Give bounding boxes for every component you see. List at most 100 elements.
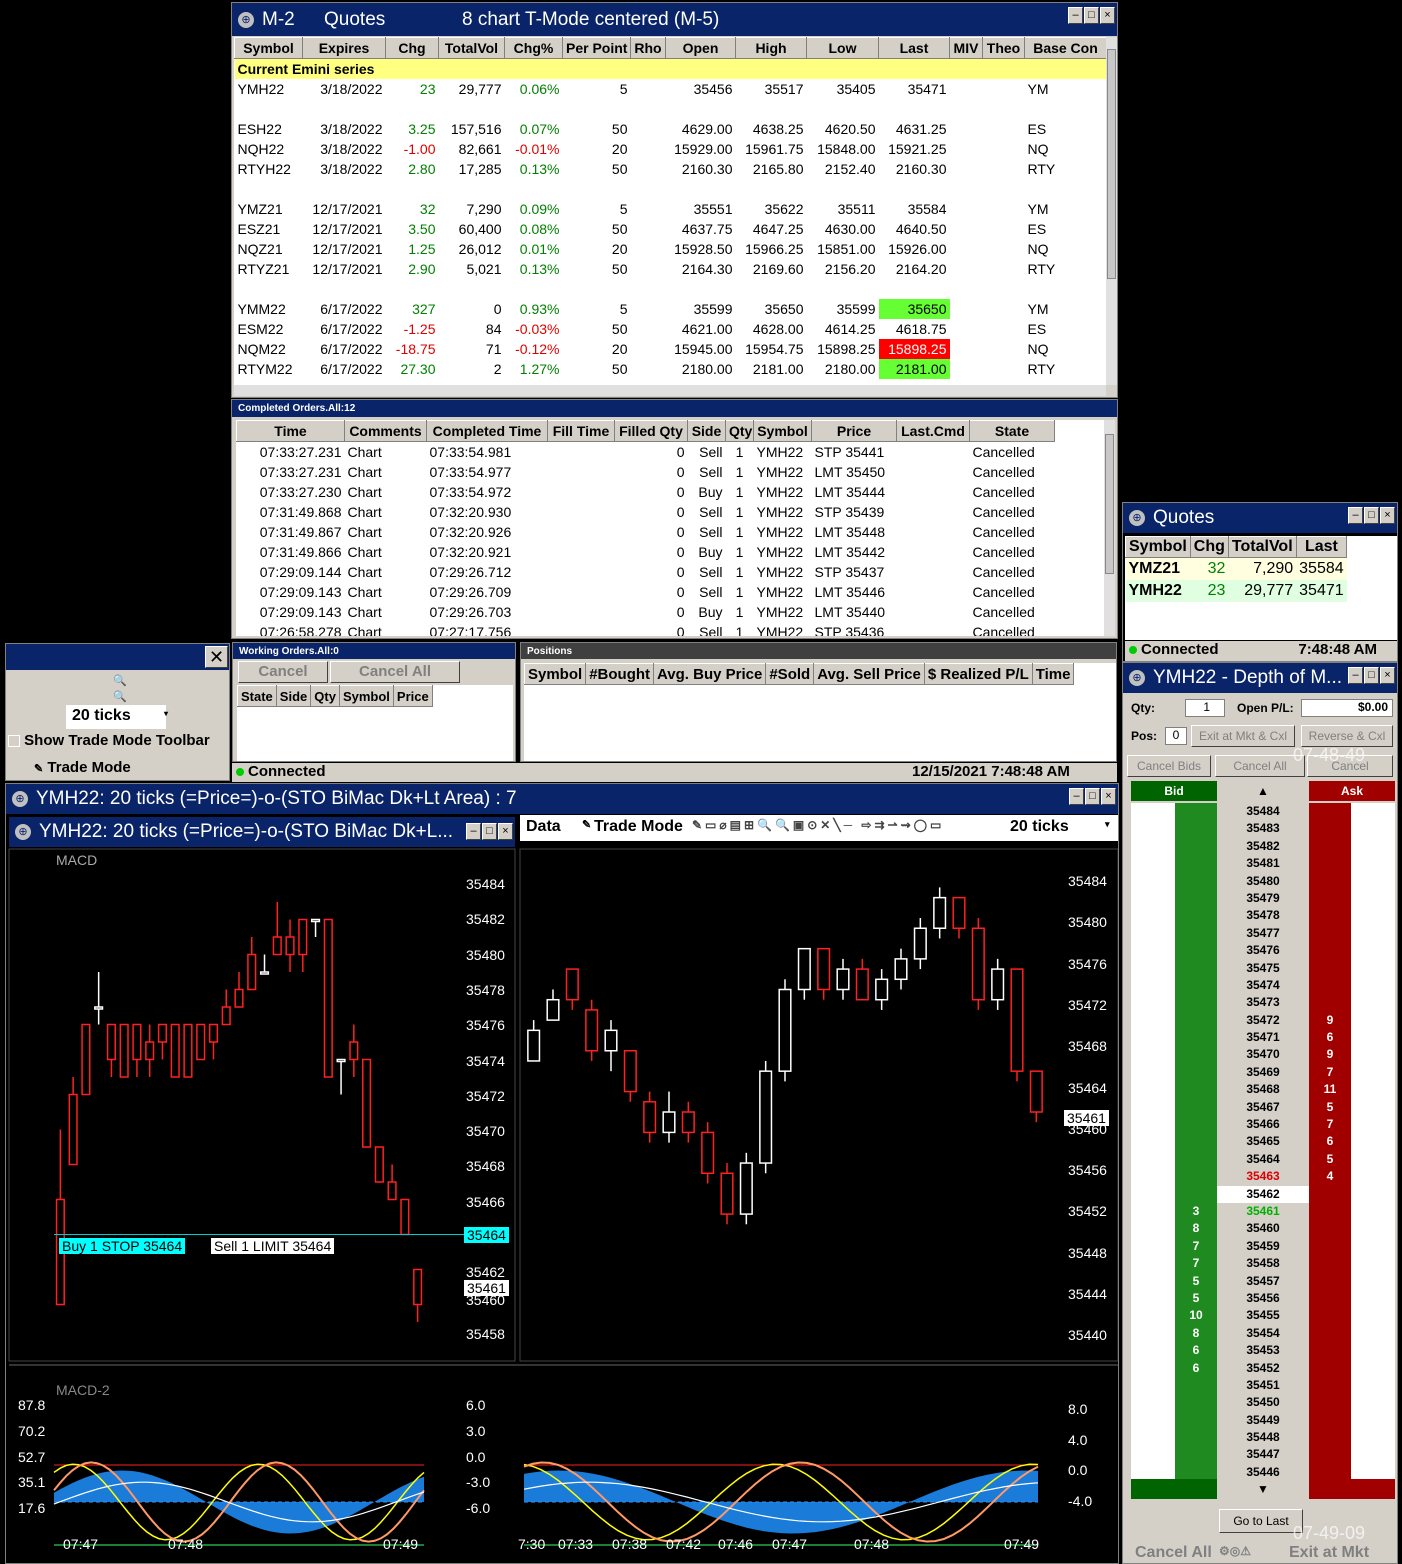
quote-row[interactable]: YMZ21 12/17/2021 32 7,290 0.09% 5 35551 35622 35…: [235, 199, 1107, 219]
scroll-up-icon[interactable]: ▲: [1217, 781, 1309, 801]
order-row[interactable]: 07:31:49.866 Chart 07:32:20.921 0 Buy 1 YMH22 L…: [237, 542, 1055, 562]
ask-outer-cell[interactable]: [1351, 1150, 1395, 1169]
price-cell[interactable]: 35473: [1217, 994, 1309, 1012]
ask-size-cell[interactable]: [1309, 1272, 1351, 1290]
zoom-in-icon[interactable]: 🔍: [113, 674, 127, 687]
price-cell[interactable]: 35462: [1217, 1185, 1309, 1203]
chart-ticks-label[interactable]: 20 ticks: [1010, 818, 1069, 836]
bid-size-cell[interactable]: [1175, 1011, 1217, 1030]
ask-outer-cell[interactable]: [1351, 942, 1395, 960]
ask-size-cell[interactable]: [1309, 994, 1351, 1012]
ask-outer-cell[interactable]: [1351, 1342, 1395, 1360]
bid-outer-cell[interactable]: [1131, 1202, 1175, 1221]
ladder-row[interactable]: 35448: [1131, 1429, 1395, 1447]
vertical-scrollbar[interactable]: [1106, 37, 1117, 385]
ask-size-cell[interactable]: [1309, 976, 1351, 995]
positions-header-col-5[interactable]: $ Realized P/L: [923, 663, 1033, 685]
price-cell[interactable]: 35447: [1217, 1446, 1309, 1464]
ladder-row[interactable]: 35479: [1131, 889, 1395, 908]
order-row[interactable]: 07:33:27.230 Chart 07:33:54.972 0 Buy 1 YMH22 L…: [237, 482, 1055, 502]
price-cell[interactable]: 35480: [1217, 872, 1309, 890]
show-toolbar-checkbox[interactable]: Show Trade Mode Toolbar: [8, 732, 210, 749]
price-cell[interactable]: 35474: [1217, 976, 1309, 995]
bid-size-cell[interactable]: 10: [1175, 1307, 1217, 1325]
ask-outer-cell[interactable]: [1351, 1220, 1395, 1238]
price-cell[interactable]: 35448: [1217, 1429, 1309, 1447]
orders-header-col-1[interactable]: Comments: [344, 420, 427, 442]
quotes-header-col-8[interactable]: High: [735, 37, 807, 59]
quotes-header-col-3[interactable]: TotalVol: [438, 37, 505, 59]
ladder-row[interactable]: 35481: [1131, 855, 1395, 873]
completed-orders-title[interactable]: Completed Orders.All:12: [232, 400, 1117, 417]
close-icon[interactable]: ×: [1100, 7, 1115, 24]
quote-row[interactable]: RTYM22 6/17/2022 27.30 2 1.27% 50 2180.00 2181.…: [235, 359, 1107, 379]
quote-row[interactable]: [235, 99, 1107, 119]
orders-header-col-0[interactable]: Time: [236, 420, 345, 442]
ask-outer-cell[interactable]: [1351, 1081, 1395, 1099]
ask-size-cell[interactable]: [1309, 872, 1351, 890]
ask-outer-cell[interactable]: [1351, 1446, 1395, 1464]
quotes-header-col-7[interactable]: Open: [665, 37, 736, 59]
quote-row[interactable]: [235, 279, 1107, 299]
ask-size-cell[interactable]: [1309, 1359, 1351, 1377]
quote-row[interactable]: ESM22 6/17/2022 -1.25 84 -0.03% 50 4621.00 4628…: [235, 319, 1107, 339]
bid-outer-cell[interactable]: [1131, 1429, 1175, 1447]
ask-size-cell[interactable]: [1309, 820, 1351, 838]
close-icon[interactable]: ×: [1101, 788, 1116, 805]
order-row[interactable]: 07:29:09.144 Chart 07:29:26.712 0 Sell 1 YMH22…: [237, 562, 1055, 582]
price-cell[interactable]: 35453: [1217, 1342, 1309, 1360]
buy-stop-order-tag[interactable]: Buy 1 STOP 35464: [59, 1238, 186, 1254]
chevron-down-icon[interactable]: ▾: [1105, 819, 1110, 830]
bid-outer-cell[interactable]: [1131, 1342, 1175, 1360]
price-cell[interactable]: 35459: [1217, 1237, 1309, 1256]
ladder-row[interactable]: 6 35453: [1131, 1342, 1395, 1360]
ask-outer-cell[interactable]: [1351, 1116, 1395, 1134]
bid-size-cell[interactable]: [1175, 942, 1217, 960]
minimize-icon[interactable]: –: [466, 823, 481, 840]
ladder-row[interactable]: 35468 11: [1131, 1081, 1395, 1099]
bid-size-cell[interactable]: [1175, 1133, 1217, 1151]
bid-size-cell[interactable]: [1175, 1150, 1217, 1169]
ask-size-cell[interactable]: [1309, 942, 1351, 960]
bid-size-cell[interactable]: 8: [1175, 1324, 1217, 1343]
go-to-last-button[interactable]: Go to Last: [1219, 1509, 1303, 1533]
price-cell[interactable]: 35455: [1217, 1307, 1309, 1325]
bid-size-cell[interactable]: [1175, 1446, 1217, 1464]
quote-row[interactable]: ESH22 3/18/2022 3.25 157,516 0.07% 50 4629.00 4…: [235, 119, 1107, 139]
ask-outer-cell[interactable]: [1351, 994, 1395, 1012]
price-ladder[interactable]: 35484 35483 35482 35481 35480 35479 35478 35477…: [1131, 803, 1395, 1479]
ask-outer-cell[interactable]: [1351, 1046, 1395, 1064]
bid-outer-cell[interactable]: [1131, 1324, 1175, 1343]
bid-outer-cell[interactable]: [1131, 959, 1175, 977]
dom-titlebar[interactable]: ⊕ YMH22 - Depth of M... – □ ×: [1123, 663, 1397, 693]
ask-size-cell[interactable]: [1309, 1411, 1351, 1430]
quotes-header-col-5[interactable]: Per Point: [562, 37, 631, 59]
bottom-cancel-all-button[interactable]: Cancel All: [1135, 1544, 1212, 1562]
ladder-row[interactable]: 35463 4: [1131, 1168, 1395, 1186]
ask-size-cell[interactable]: [1309, 1202, 1351, 1221]
drawing-tools-icon[interactable]: ✎▭⌀▤⊞🔍🔍▣⊙✕╲─ ⇨⇉⇀⇝◯▭: [692, 818, 944, 832]
order-row[interactable]: 07:29:09.143 Chart 07:29:26.709 0 Sell 1 YMH22…: [237, 582, 1055, 602]
bid-size-cell[interactable]: [1175, 820, 1217, 838]
order-row[interactable]: 07:31:49.867 Chart 07:32:20.926 0 Sell 1 YMH22…: [237, 522, 1055, 542]
bid-outer-cell[interactable]: [1131, 1289, 1175, 1308]
bid-outer-cell[interactable]: [1131, 1237, 1175, 1256]
ladder-row[interactable]: 35451: [1131, 1376, 1395, 1395]
bid-size-cell[interactable]: [1175, 837, 1217, 856]
bid-outer-cell[interactable]: [1131, 1272, 1175, 1290]
bid-outer-cell[interactable]: [1131, 976, 1175, 995]
ask-outer-cell[interactable]: [1351, 1272, 1395, 1290]
bid-outer-cell[interactable]: [1131, 803, 1175, 821]
ladder-row[interactable]: 35447: [1131, 1446, 1395, 1464]
bid-size-cell[interactable]: 7: [1175, 1255, 1217, 1273]
price-cell[interactable]: 35469: [1217, 1063, 1309, 1082]
ask-size-cell[interactable]: [1309, 1307, 1351, 1325]
quotes-header-col-4[interactable]: Chg%: [504, 37, 563, 59]
small-quotes-header-col-0[interactable]: Symbol: [1125, 536, 1191, 558]
bid-size-cell[interactable]: [1175, 994, 1217, 1012]
ask-outer-cell[interactable]: [1351, 889, 1395, 908]
bid-size-cell[interactable]: [1175, 855, 1217, 873]
quote-row[interactable]: NQM22 6/17/2022 -18.75 71 -0.12% 20 15945.00 15…: [235, 339, 1107, 359]
orders-scrollbar[interactable]: [1104, 420, 1115, 636]
bottom-exit-button[interactable]: Exit at Mkt: [1289, 1544, 1369, 1562]
